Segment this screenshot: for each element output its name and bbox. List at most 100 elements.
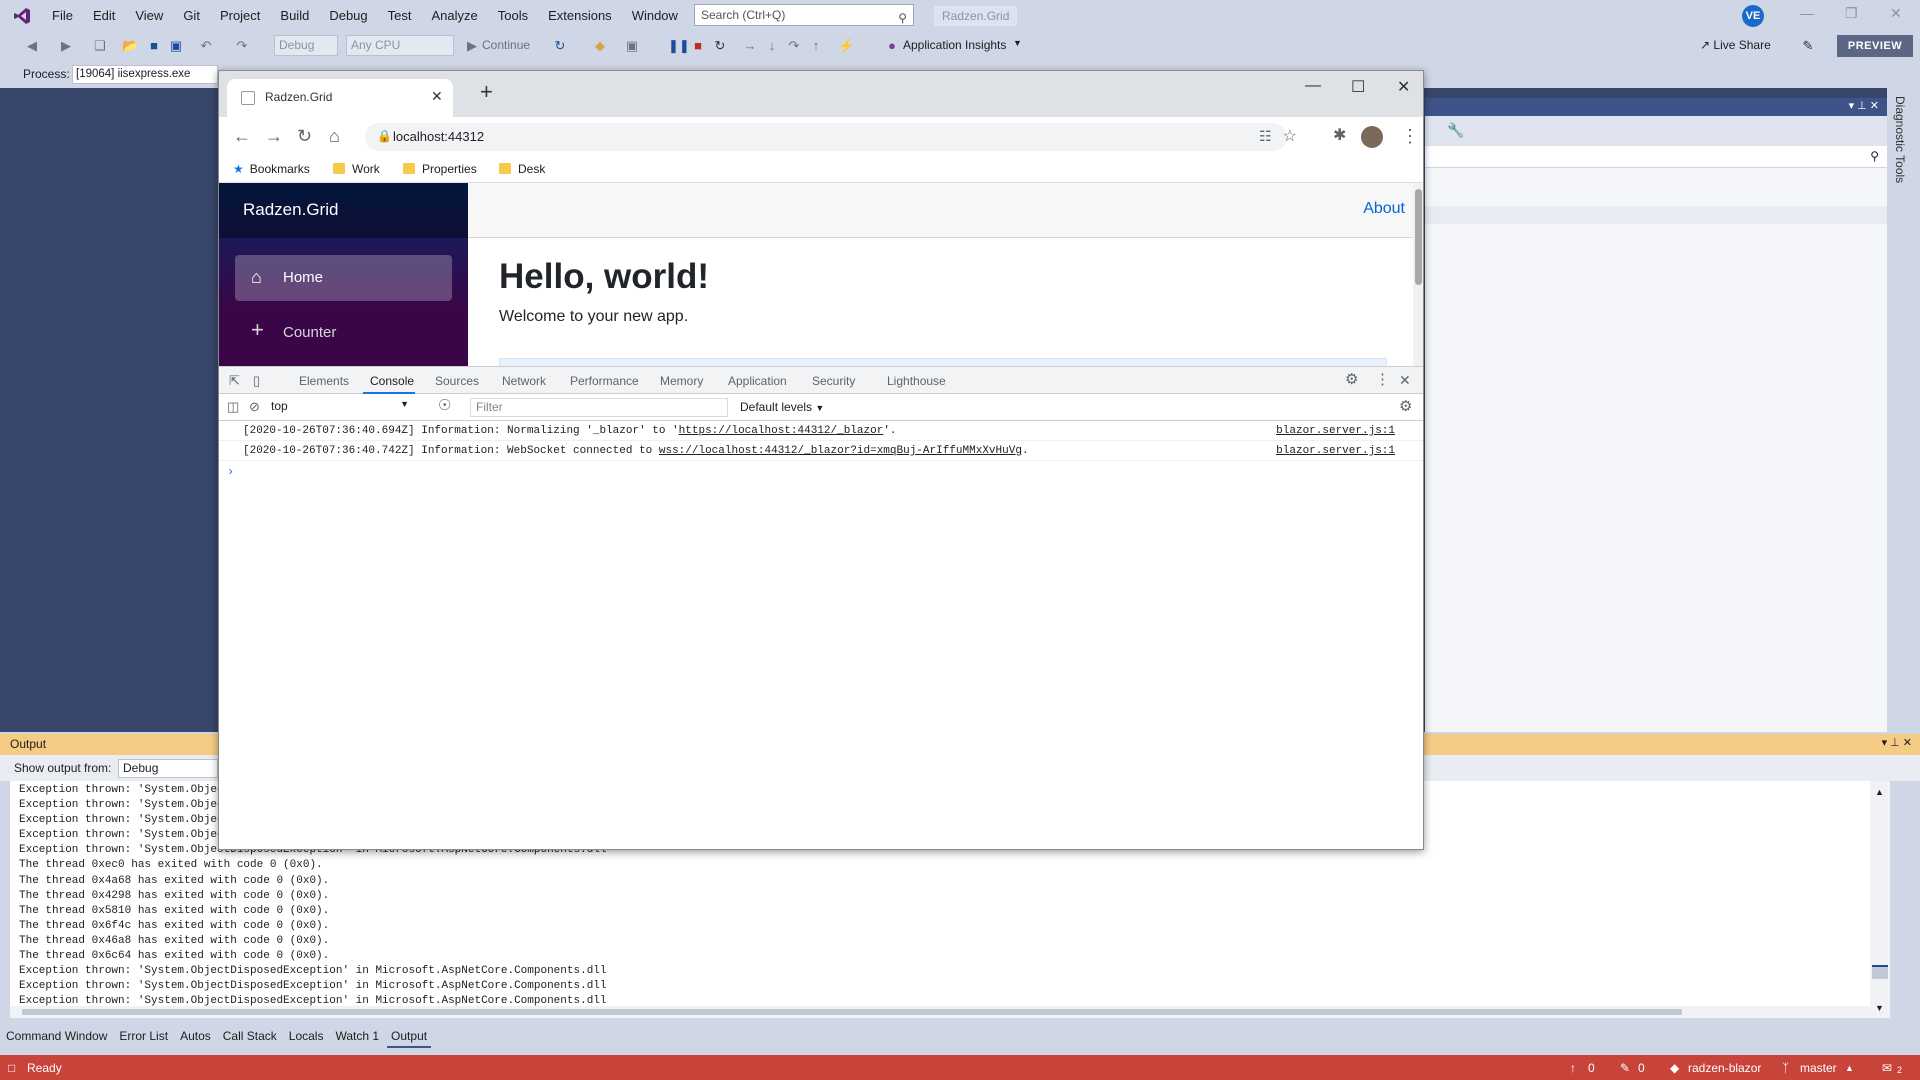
- menu-debug[interactable]: Debug: [319, 0, 377, 31]
- forward-icon[interactable]: ▶: [58, 38, 74, 54]
- repo-name[interactable]: radzen-blazor: [1688, 1061, 1761, 1075]
- tab-error-list[interactable]: Error List: [115, 1026, 172, 1048]
- open-icon[interactable]: 📂: [122, 38, 138, 54]
- log-link[interactable]: https://localhost:44312/_blazor: [679, 425, 884, 437]
- tab-output[interactable]: Output: [387, 1026, 432, 1048]
- push-count[interactable]: 0: [1588, 1061, 1595, 1075]
- undo-icon[interactable]: ↶: [198, 38, 214, 54]
- log-link[interactable]: wss://localhost:44312/_blazor?id=xmqBuj-…: [659, 445, 1022, 457]
- forward-icon[interactable]: →: [265, 127, 283, 145]
- translate-icon[interactable]: ☷: [1259, 128, 1272, 145]
- show-next-statement-icon[interactable]: →: [742, 38, 758, 54]
- menu-extensions[interactable]: Extensions: [538, 0, 622, 31]
- menu-git[interactable]: Git: [173, 0, 210, 31]
- new-tab-icon[interactable]: +: [480, 81, 493, 103]
- scroll-down-icon[interactable]: ▼: [1875, 1003, 1884, 1013]
- menu-build[interactable]: Build: [270, 0, 319, 31]
- arrow-up-icon[interactable]: ↑: [1570, 1061, 1576, 1075]
- refresh-icon[interactable]: ↻: [552, 38, 568, 54]
- vs-search-box[interactable]: Search (Ctrl+Q) ⚲: [694, 4, 914, 26]
- tab-network[interactable]: Network: [502, 374, 546, 388]
- more-icon[interactable]: ⋮: [1375, 372, 1390, 387]
- address-bar[interactable]: 🔒 localhost:44312 ☷ ☆: [365, 123, 1297, 151]
- home-icon[interactable]: ⌂: [329, 127, 340, 145]
- reload-icon[interactable]: ↻: [297, 127, 312, 145]
- step-out-icon[interactable]: ↑: [808, 38, 824, 54]
- stop-icon[interactable]: ■: [690, 38, 706, 54]
- live-share-button[interactable]: ↗ Live Share: [1700, 38, 1771, 52]
- continue-icon[interactable]: ▶: [464, 38, 480, 54]
- star-icon[interactable]: ☆: [1283, 126, 1297, 146]
- diagnostic-search[interactable]: ⚲: [1425, 146, 1887, 168]
- menu-file[interactable]: File: [42, 0, 83, 31]
- tab-elements[interactable]: Elements: [299, 374, 349, 388]
- bookmark-properties[interactable]: Properties: [403, 162, 477, 176]
- console-output[interactable]: [2020-10-26T07:36:40.694Z] Information: …: [219, 421, 1423, 849]
- clear-console-icon[interactable]: ⊘: [249, 400, 260, 414]
- page-scrollbar[interactable]: [1413, 183, 1423, 366]
- tab-autos[interactable]: Autos: [176, 1026, 215, 1048]
- bookmark-bookmarks[interactable]: ★ Bookmarks: [233, 162, 310, 176]
- nav-item-home[interactable]: ⌂ Home: [235, 255, 452, 301]
- menu-tools[interactable]: Tools: [488, 0, 538, 31]
- back-icon[interactable]: ←: [233, 127, 251, 145]
- config-dropdown[interactable]: Debug: [274, 35, 338, 56]
- log-source-link[interactable]: blazor.server.js:1: [1276, 425, 1395, 437]
- device-toolbar-icon[interactable]: ▯: [253, 374, 260, 388]
- preview-badge[interactable]: PREVIEW: [1837, 35, 1913, 57]
- hot-reload-icon[interactable]: ⚡: [838, 38, 854, 54]
- about-link[interactable]: About: [1363, 200, 1405, 218]
- settings-icon[interactable]: ⚙: [1345, 372, 1358, 387]
- console-prompt-icon[interactable]: ›: [227, 465, 234, 479]
- diagnostic-tools-tab[interactable]: Diagnostic Tools: [1893, 96, 1907, 183]
- close-icon[interactable]: ✕: [1890, 5, 1902, 22]
- step-into-icon[interactable]: ↓: [764, 38, 780, 54]
- scroll-thumb[interactable]: [22, 1009, 1682, 1015]
- log-levels-dropdown[interactable]: Default levels ▼: [740, 400, 824, 414]
- screenshot-icon[interactable]: ▣: [624, 38, 640, 54]
- tab-application[interactable]: Application: [728, 374, 787, 388]
- browser-link-icon[interactable]: ◆: [592, 38, 608, 54]
- chevron-down-icon[interactable]: ▼: [1013, 38, 1022, 48]
- profile-avatar[interactable]: [1361, 126, 1383, 148]
- step-over-icon[interactable]: ↷: [786, 38, 802, 54]
- close-icon[interactable]: ▾ ⊥ ✕: [1882, 736, 1912, 749]
- log-source-link[interactable]: blazor.server.js:1: [1276, 445, 1395, 457]
- restart-icon[interactable]: ↻: [712, 38, 728, 54]
- scroll-thumb[interactable]: [1415, 189, 1422, 285]
- save-all-icon[interactable]: ▣: [168, 38, 184, 54]
- redo-icon[interactable]: ↷: [234, 38, 250, 54]
- bookmark-work[interactable]: Work: [333, 162, 380, 176]
- branch-name[interactable]: master: [1800, 1061, 1837, 1075]
- continue-button[interactable]: Continue: [482, 38, 530, 52]
- output-source-dropdown[interactable]: Debug: [118, 759, 218, 778]
- tab-console[interactable]: Console: [370, 374, 414, 388]
- lock-icon[interactable]: 🔒: [377, 129, 392, 143]
- menu-test[interactable]: Test: [378, 0, 422, 31]
- process-dropdown[interactable]: [19064] iisexpress.exe: [72, 65, 218, 84]
- extensions-icon[interactable]: ✱: [1333, 127, 1346, 145]
- tab-lighthouse[interactable]: Lighthouse: [887, 374, 946, 388]
- chevron-up-icon[interactable]: ▲: [1845, 1063, 1854, 1073]
- scroll-up-icon[interactable]: ▲: [1875, 787, 1884, 797]
- menu-edit[interactable]: Edit: [83, 0, 125, 31]
- browser-tab[interactable]: Radzen.Grid ✕: [227, 79, 453, 117]
- tab-locals[interactable]: Locals: [285, 1026, 328, 1048]
- menu-project[interactable]: Project: [210, 0, 270, 31]
- eye-icon[interactable]: ☉: [438, 398, 451, 413]
- console-settings-icon[interactable]: ⚙: [1399, 399, 1412, 414]
- bookmark-desk[interactable]: Desk: [499, 162, 545, 176]
- tab-watch-1[interactable]: Watch 1: [331, 1026, 383, 1048]
- nav-item-counter[interactable]: + Counter: [235, 310, 452, 356]
- output-vertical-scrollbar[interactable]: ▲ ▼: [1870, 781, 1890, 1018]
- tab-security[interactable]: Security: [812, 374, 855, 388]
- tab-performance[interactable]: Performance: [570, 374, 639, 388]
- filter-input[interactable]: Filter: [470, 398, 728, 417]
- new-project-icon[interactable]: ❏: [92, 38, 108, 54]
- user-avatar[interactable]: VE: [1742, 5, 1764, 27]
- close-tab-icon[interactable]: ✕: [431, 88, 443, 105]
- close-icon[interactable]: ▾ ⊥ ✕: [1849, 99, 1879, 112]
- notifications-icon[interactable]: ✉: [1882, 1061, 1892, 1075]
- menu-icon[interactable]: ⋮: [1401, 127, 1419, 145]
- menu-analyze[interactable]: Analyze: [421, 0, 487, 31]
